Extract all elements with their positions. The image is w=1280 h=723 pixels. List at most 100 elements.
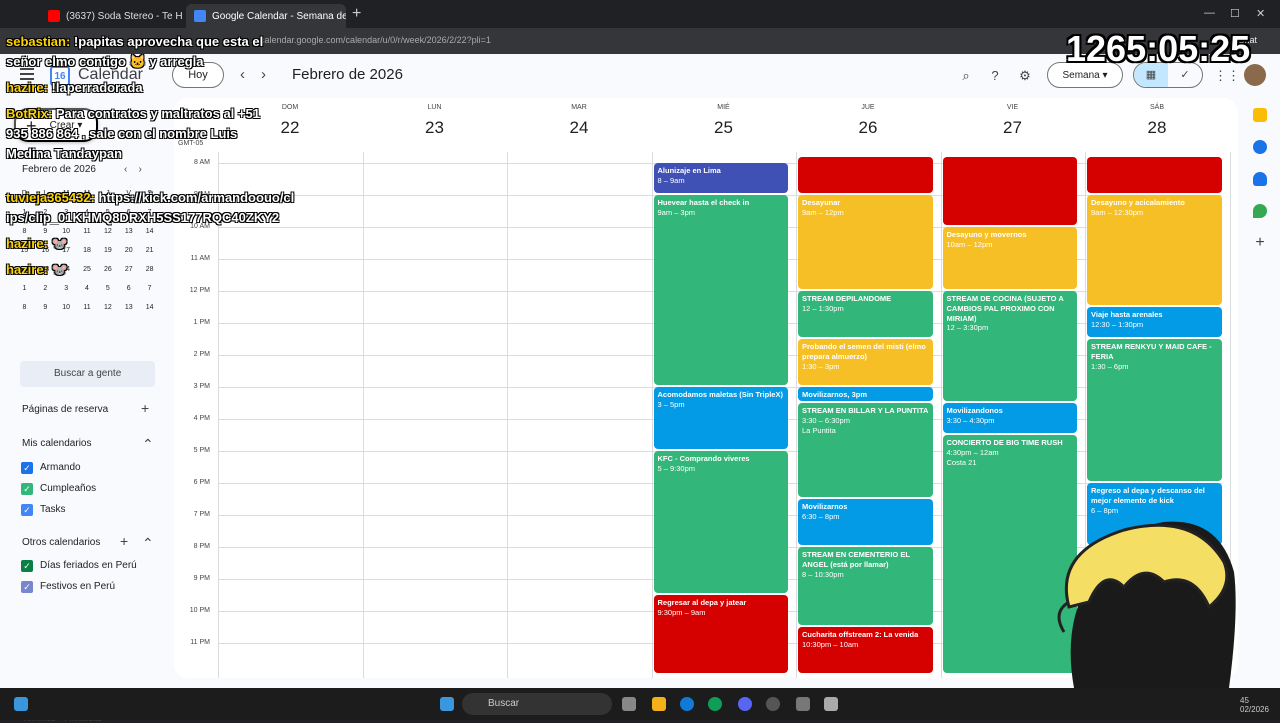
tab-soda-stereo[interactable]: (3637) Soda Stereo - Te Hacen ✕ [40,4,182,28]
mini-calendar-day[interactable]: 7 [139,279,160,298]
mini-calendar[interactable]: D L M M J V S 1 2 3 4 5 6 7 8 9 10 11 12 13 14 15 16 17 18 19 20 21… [14,184,160,317]
maps-icon[interactable] [1253,204,1267,218]
time-grid[interactable]: 8 AM 9 AM 10 AM 11 AM 12 PM 1 PM 2 PM 3 PM 4 PM 5… [174,152,1238,678]
address-bar[interactable] [0,28,1280,54]
calendar-event[interactable] [942,156,1077,225]
mini-calendar-day[interactable]: 12 [97,298,118,317]
mini-calendar-day[interactable]: 3 [56,279,77,298]
mini-calendar-day[interactable]: 8 [14,222,35,241]
tasks-view-icon[interactable]: ✓ [1168,63,1202,87]
mini-calendar-day[interactable]: 1 [14,279,35,298]
booking-pages-heading[interactable]: Páginas de reserva [22,404,108,415]
mini-calendar-day[interactable]: 9 [35,222,56,241]
calendar-event[interactable]: Desayuno y movernos 10am – 12pm [942,227,1077,289]
calendar-event[interactable]: Regreso al depa y descanso del mejor ele… [1087,483,1222,545]
chat-button[interactable]: Chat [1238,35,1257,45]
view-toggle[interactable]: ▦ ✓ [1133,62,1203,88]
settings-icon[interactable] [796,697,810,711]
checkbox-tasks[interactable]: ✓ [21,504,33,516]
other-calendars-heading[interactable]: Otros calendarios [22,537,100,548]
task-view-icon[interactable] [622,697,636,711]
day-number[interactable]: 25 [652,118,796,138]
mini-calendar-day[interactable]: 7 [139,203,160,222]
mini-calendar-day[interactable]: 3 [56,203,77,222]
widgets-icon[interactable] [14,697,28,711]
prev-week-icon[interactable]: ‹ [240,66,245,83]
add-calendar-icon[interactable]: + [120,533,128,549]
calendar-event[interactable]: CONCIERTO DE BIG TIME RUSH 4:30pm – 12am C… [942,435,1077,673]
mini-calendar-day[interactable]: 2 [35,203,56,222]
start-icon[interactable] [440,697,454,711]
mini-calendar-day[interactable]: 10 [56,222,77,241]
mini-calendar-day[interactable]: 18 [77,241,98,260]
calendar-event[interactable]: Huevear hasta el check in 9am – 3pm [653,195,788,385]
calendar-event[interactable]: STREAM DE COCINA (SUJETO A CAMBIOS PAL P… [942,291,1077,401]
clock[interactable]: 45 02/2026 [1240,696,1269,714]
calendar-event[interactable]: KFC - Comprando viveres 5 – 9:30pm [653,451,788,593]
edge-icon[interactable] [680,697,694,711]
mini-calendar-day[interactable]: 17 [56,241,77,260]
calendar-event[interactable]: Alunizaje en Lima 8 – 9am [653,163,788,193]
gear-icon[interactable]: ⚙ [1017,68,1033,84]
mini-calendar-day[interactable]: 4 [77,203,98,222]
app-icon[interactable] [824,697,838,711]
mini-calendar-day[interactable]: 21 [139,241,160,260]
mini-calendar-day[interactable]: 10 [56,298,77,317]
mini-calendar-day[interactable]: 9 [35,298,56,317]
new-tab-icon[interactable]: + [352,5,361,23]
discord-icon[interactable] [738,697,752,711]
checkbox-cumpleanos[interactable]: ✓ [21,483,33,495]
mini-calendar-nav[interactable]: ‹ › [124,164,142,175]
mini-calendar-day[interactable]: 11 [77,298,98,317]
chevron-up-icon[interactable]: ⌃ [142,535,154,552]
mini-calendar-day[interactable]: 5 [97,279,118,298]
mini-calendar-day[interactable]: 16 [35,241,56,260]
url-text[interactable]: calendar.google.com/calendar/u/0/r/week/… [260,35,491,45]
calendar-view-icon[interactable]: ▦ [1134,63,1168,87]
keep-icon[interactable] [1253,108,1267,122]
calendar-event[interactable]: STREAM RENKYU Y MAID CAFE - FERIA 1:30 – … [1087,339,1222,481]
mini-calendar-day[interactable]: 20 [118,241,139,260]
next-week-icon[interactable]: › [261,66,266,83]
mini-calendar-day[interactable]: 27 [118,260,139,279]
mini-calendar-day[interactable]: 6 [118,203,139,222]
explorer-icon[interactable] [652,697,666,711]
day-number[interactable]: 24 [507,118,651,138]
search-people-input[interactable]: Buscar a gente [20,361,155,387]
calendar-event[interactable]: Regresar al depa y jatear 9:30pm – 9am [653,595,788,673]
calendar-event[interactable]: Desayunar 9am – 12pm [798,195,933,289]
day-number[interactable]: 26 [796,118,940,138]
day-number[interactable]: 28 [1085,118,1229,138]
mini-calendar-day[interactable]: 28 [139,260,160,279]
calendar-event[interactable]: STREAM EN BILLAR Y LA PUNTITA 3:30 – 6:30… [798,403,933,497]
calendar-event[interactable]: STREAM DEPILANDOME 12 – 1:30pm [798,291,933,337]
mini-calendar-day[interactable]: 13 [118,222,139,241]
checkbox-festivos[interactable]: ✓ [21,581,33,593]
add-booking-icon[interactable]: + [141,400,149,416]
mini-calendar-day[interactable]: 22 [14,260,35,279]
mini-calendar-day[interactable]: 8 [14,298,35,317]
mini-calendar-day[interactable]: 15 [14,241,35,260]
calendar-event[interactable]: Movilizarnos 6:30 – 8pm [798,499,933,545]
mini-calendar-day[interactable]: 13 [118,298,139,317]
calendar-event[interactable]: Viaje hasta arenales 12:30 – 1:30pm [1087,307,1222,337]
minimize-icon[interactable]: — [1204,7,1215,19]
day-number[interactable]: 23 [363,118,507,138]
calendar-event[interactable] [798,156,933,193]
create-button[interactable]: Crear ▾ [14,108,98,142]
chrome-icon[interactable] [708,697,722,711]
mini-calendar-day[interactable]: 5 [97,203,118,222]
mini-calendar-day[interactable]: 19 [97,241,118,260]
add-addon-icon[interactable]: + [1253,235,1267,251]
chevron-up-icon[interactable]: ⌃ [142,436,154,453]
calendar-event[interactable]: Probando el semen del misti (elmo prepar… [798,339,933,385]
mini-calendar-day[interactable]: 12 [97,222,118,241]
day-number[interactable]: 22 [218,118,362,138]
calendar-event[interactable]: Movilizandonos 3:30 – 4:30pm [942,403,1077,433]
mini-calendar-day[interactable]: 25 [77,260,98,279]
help-icon[interactable]: ? [987,68,1003,84]
mini-calendar-day[interactable]: 23 [35,260,56,279]
calendar-event[interactable]: Movilizarnos, 3pm [798,387,933,401]
mini-calendar-day[interactable]: 14 [139,298,160,317]
my-calendars-heading[interactable]: Mis calendarios [22,438,91,449]
